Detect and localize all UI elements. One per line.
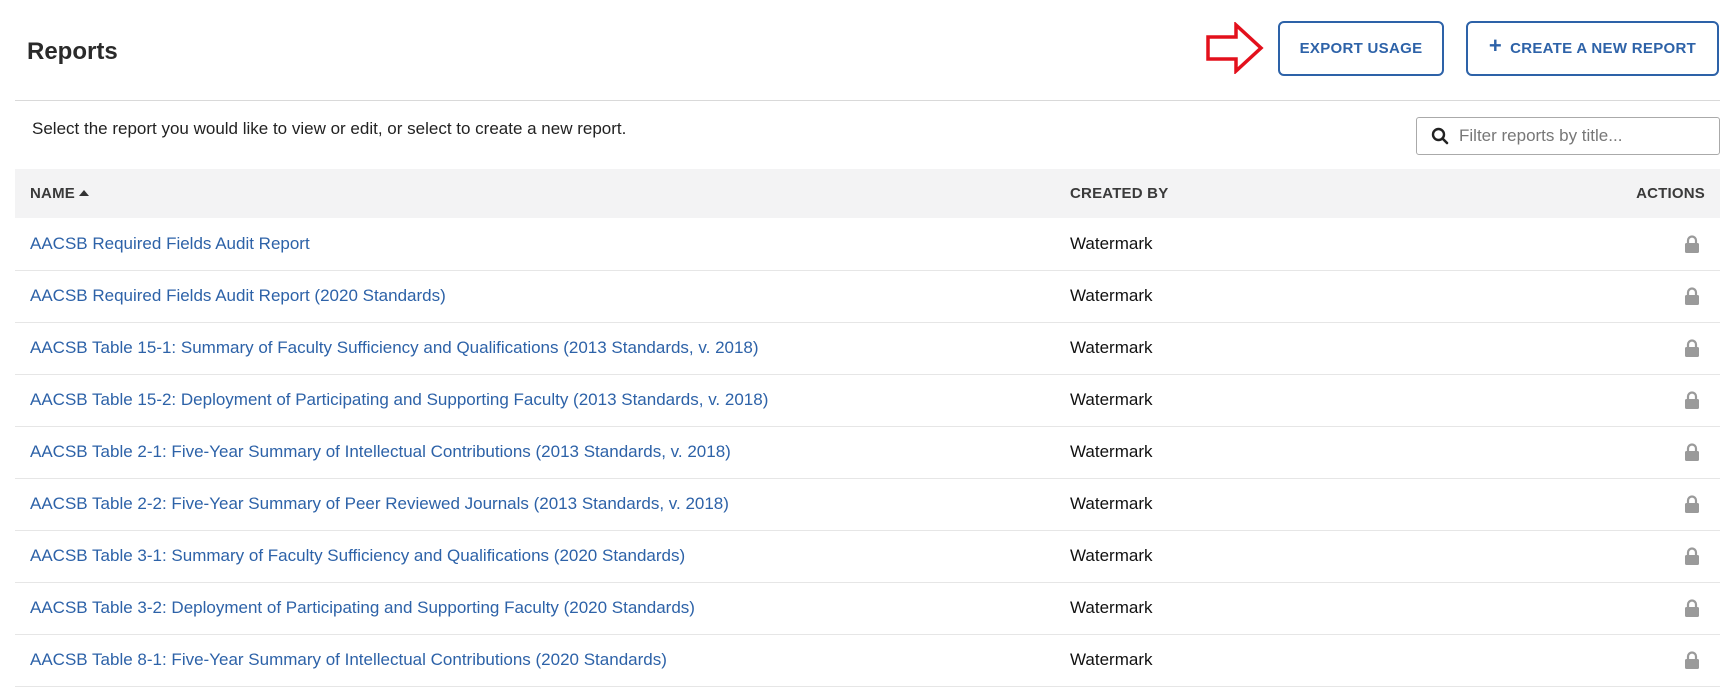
report-link[interactable]: AACSB Table 15-1: Summary of Faculty Suf… <box>30 338 759 357</box>
subheader: Select the report you would like to view… <box>15 101 1720 169</box>
lock-icon <box>1685 339 1699 357</box>
sort-ascending-icon <box>78 190 89 196</box>
instructions-text: Select the report you would like to view… <box>32 119 627 138</box>
lock-icon <box>1685 547 1699 565</box>
actions-cell <box>1590 374 1720 426</box>
table-row: AACSB Table 3-1: Summary of Faculty Suff… <box>15 530 1720 582</box>
page-header: Reports EXPORT USAGE + CREATE A NEW REPO… <box>15 0 1720 101</box>
export-usage-button[interactable]: EXPORT USAGE <box>1278 21 1444 76</box>
report-link[interactable]: AACSB Table 3-2: Deployment of Participa… <box>30 598 695 617</box>
table-row: AACSB Table 3-2: Deployment of Participa… <box>15 582 1720 634</box>
column-header-created-by[interactable]: CREATED BY <box>1070 169 1590 218</box>
table-row: AACSB Required Fields Audit Report (2020… <box>15 270 1720 322</box>
report-link[interactable]: AACSB Table 2-1: Five-Year Summary of In… <box>30 442 731 461</box>
actions-cell <box>1590 582 1720 634</box>
table-body: AACSB Required Fields Audit Report Waterm… <box>15 218 1720 686</box>
report-link[interactable]: AACSB Table 2-2: Five-Year Summary of Pe… <box>30 494 729 513</box>
lock-icon <box>1685 599 1699 617</box>
report-link[interactable]: AACSB Table 8-1: Five-Year Summary of In… <box>30 650 667 669</box>
table-header-row: NAME CREATED BY ACTIONS <box>15 169 1720 218</box>
filter-box[interactable] <box>1416 117 1720 155</box>
report-link[interactable]: AACSB Table 3-1: Summary of Faculty Suff… <box>30 546 685 565</box>
lock-icon <box>1685 391 1699 409</box>
create-new-report-label: CREATE A NEW REPORT <box>1510 40 1697 57</box>
report-name-cell: AACSB Table 2-1: Five-Year Summary of In… <box>15 426 1070 478</box>
reports-table: NAME CREATED BY ACTIONS AACSB Required F… <box>15 169 1720 687</box>
red-arrow-annotation-icon <box>1206 22 1264 74</box>
page-title: Reports <box>27 38 118 65</box>
column-header-name[interactable]: NAME <box>15 169 1070 218</box>
report-link[interactable]: AACSB Required Fields Audit Report (2020… <box>30 286 446 305</box>
lock-icon <box>1685 287 1699 305</box>
search-icon <box>1431 127 1449 145</box>
create-new-report-button[interactable]: + CREATE A NEW REPORT <box>1466 21 1719 76</box>
created-by-cell: Watermark <box>1070 233 1153 253</box>
export-usage-label: EXPORT USAGE <box>1299 40 1423 57</box>
lock-icon <box>1685 235 1699 253</box>
reports-page: Reports EXPORT USAGE + CREATE A NEW REPO… <box>15 0 1720 687</box>
table-row: AACSB Table 15-2: Deployment of Particip… <box>15 374 1720 426</box>
created-by-cell: Watermark <box>1070 546 1153 565</box>
report-name-cell: AACSB Table 3-2: Deployment of Participa… <box>15 582 1070 634</box>
report-name-cell: AACSB Table 8-1: Five-Year Summary of In… <box>15 634 1070 686</box>
created-by-cell: Watermark <box>1070 442 1153 461</box>
created-by-cell: Watermark <box>1070 650 1153 669</box>
created-by-cell: Watermark <box>1070 390 1153 409</box>
actions-cell <box>1590 218 1720 270</box>
actions-cell <box>1590 270 1720 322</box>
filter-reports-input[interactable] <box>1459 126 1709 146</box>
created-by-cell: Watermark <box>1070 286 1153 305</box>
column-header-name-label: NAME <box>30 185 75 202</box>
report-link[interactable]: AACSB Table 15-2: Deployment of Particip… <box>30 390 768 409</box>
report-name-cell: AACSB Table 15-2: Deployment of Particip… <box>15 374 1070 426</box>
table-row: AACSB Required Fields Audit Report Waterm… <box>15 218 1720 270</box>
table-row: AACSB Table 15-1: Summary of Faculty Suf… <box>15 322 1720 374</box>
actions-cell <box>1590 322 1720 374</box>
lock-icon <box>1685 495 1699 513</box>
created-by-cell: Watermark <box>1070 598 1153 617</box>
table-row: AACSB Table 2-2: Five-Year Summary of Pe… <box>15 478 1720 530</box>
report-name-cell: AACSB Table 3-1: Summary of Faculty Suff… <box>15 530 1070 582</box>
lock-icon <box>1685 651 1699 669</box>
actions-cell <box>1590 530 1720 582</box>
report-name-cell: AACSB Table 15-1: Summary of Faculty Suf… <box>15 322 1070 374</box>
report-name-cell: AACSB Required Fields Audit Report (2020… <box>15 270 1070 322</box>
report-name-cell: AACSB Required Fields Audit Report <box>15 218 1070 270</box>
actions-cell <box>1590 634 1720 686</box>
report-link[interactable]: AACSB Required Fields Audit Report <box>30 234 310 253</box>
created-by-cell: Watermark <box>1070 338 1153 357</box>
plus-icon: + <box>1488 32 1503 58</box>
table-row: AACSB Table 2-1: Five-Year Summary of In… <box>15 426 1720 478</box>
created-by-cell: Watermark <box>1070 494 1153 513</box>
actions-cell <box>1590 426 1720 478</box>
report-name-cell: AACSB Table 2-2: Five-Year Summary of Pe… <box>15 478 1070 530</box>
lock-icon <box>1685 443 1699 461</box>
column-header-actions: ACTIONS <box>1636 185 1705 202</box>
actions-cell <box>1590 478 1720 530</box>
table-row: AACSB Table 8-1: Five-Year Summary of In… <box>15 634 1720 686</box>
